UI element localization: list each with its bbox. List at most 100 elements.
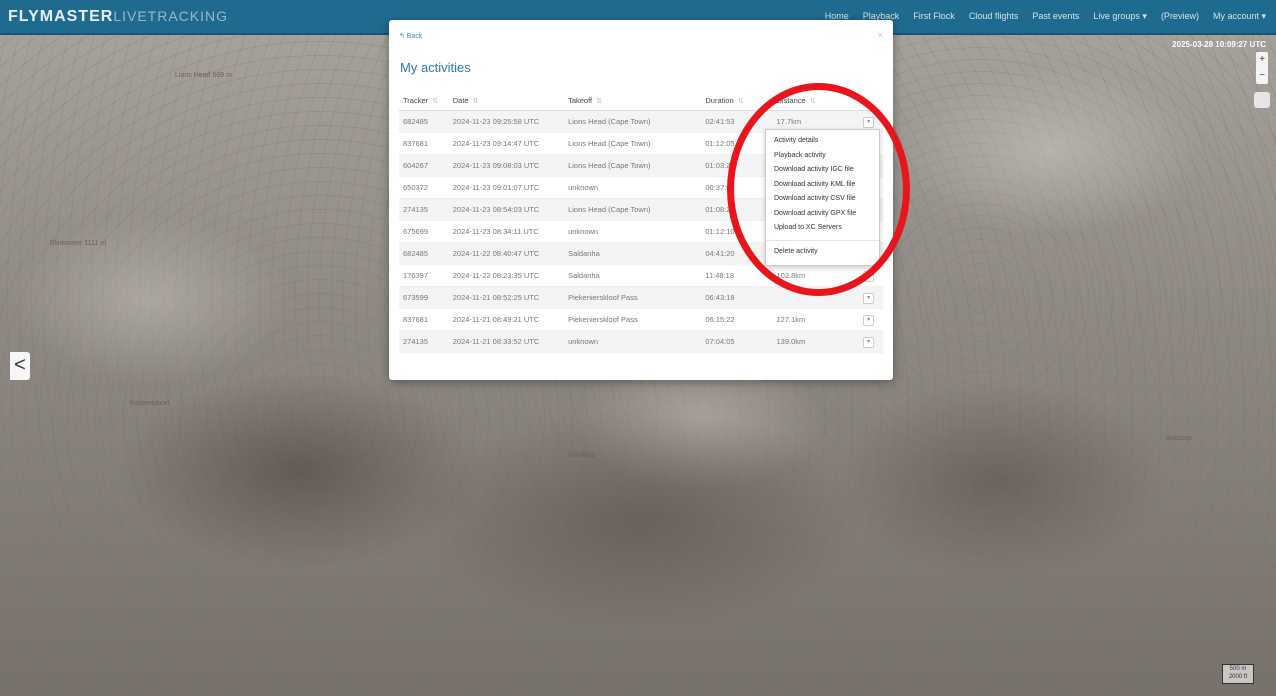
- cell-takeoff: unknown: [564, 330, 702, 353]
- cell-duration: 00:37:09: [701, 176, 773, 199]
- row-menu-button[interactable]: ▾: [863, 336, 875, 348]
- cell-duration: 04:41:20: [701, 242, 773, 265]
- cell-takeoff: unknown: [564, 220, 702, 243]
- cell-date: 2024-11-21 08:49:21 UTC: [448, 308, 565, 331]
- cell-date: 2024-11-22 08:40:47 UTC: [448, 242, 565, 265]
- cell-duration: 11:48:18: [701, 264, 773, 287]
- map-scale: 500 m 2000 ft: [1222, 664, 1254, 684]
- cell-duration: 01:12:05: [701, 132, 773, 155]
- map-label: Spitzkop: [1165, 435, 1192, 442]
- table-row[interactable]: 673599 2024-11-21 08:52:25 UTC Piekeniersk…: [399, 286, 883, 309]
- cell-date: 2024-11-23 09:14:47 UTC: [448, 132, 565, 155]
- nav-first-flock[interactable]: First Flock: [913, 11, 955, 22]
- row-menu-button[interactable]: ▾: [863, 314, 875, 326]
- cell-tracker: 274135: [399, 330, 449, 353]
- cell-distance: 127.1km: [772, 308, 860, 331]
- cell-actions: ▾: [859, 286, 883, 309]
- brand-sub: LIVETRACKING: [113, 7, 229, 24]
- zoom-out-button[interactable]: −: [1256, 68, 1268, 84]
- cell-distance: 102.8km: [772, 264, 860, 287]
- sort-icon: ⇅: [472, 97, 479, 105]
- cell-takeoff: Saldanha: [564, 264, 702, 287]
- cell-date: 2024-11-23 08:54:03 UTC: [448, 198, 565, 221]
- nav-my-account[interactable]: My account ▾: [1213, 11, 1266, 22]
- col-distance[interactable]: Distance ⇅: [772, 90, 860, 111]
- nav-cloud-flights[interactable]: Cloud flights: [969, 11, 1019, 22]
- sidebar-toggle-button[interactable]: <: [10, 352, 30, 380]
- cell-takeoff: Saldanha: [564, 242, 702, 265]
- row-menu-button[interactable]: ▾: [863, 292, 875, 304]
- table-header: Tracker ⇅ Date ⇅ Takeoff ⇅ Duration ⇅ Distan…: [399, 90, 883, 111]
- layers-icon[interactable]: [1254, 92, 1270, 108]
- col-date[interactable]: Date ⇅: [448, 90, 565, 111]
- cell-duration: 01:03:23: [701, 154, 773, 177]
- map-label: Kasteelpoort: [130, 400, 170, 407]
- cell-tracker: 682485: [399, 110, 449, 133]
- cell-takeoff: unknown: [564, 176, 702, 199]
- back-link[interactable]: ↰ Back: [399, 32, 422, 40]
- map-label: Kloofkop: [568, 452, 596, 459]
- sort-icon: ⇅: [737, 97, 744, 105]
- menu-download-csv[interactable]: Download activity CSV file: [766, 192, 879, 207]
- sort-icon: ⇅: [432, 97, 439, 105]
- cell-tracker: 675699: [399, 220, 449, 243]
- close-icon[interactable]: ×: [878, 30, 883, 40]
- cell-actions: ▾: [859, 330, 883, 353]
- cell-takeoff: Lions Head (Cape Town): [564, 110, 702, 133]
- menu-divider: [766, 239, 879, 241]
- table-row[interactable]: 837681 2024-11-21 08:49:21 UTC Piekeniersk…: [399, 308, 883, 331]
- menu-download-igc[interactable]: Download activity IGC file: [766, 163, 879, 178]
- cell-tracker: 650372: [399, 176, 449, 199]
- zoom-in-button[interactable]: +: [1256, 52, 1268, 68]
- cell-duration: 01:08:29: [701, 198, 773, 221]
- cell-takeoff: Lions Head (Cape Town): [564, 154, 702, 177]
- cell-tracker: 837681: [399, 308, 449, 331]
- menu-upload-xc[interactable]: Upload to XC Servers: [766, 221, 879, 236]
- col-actions: [859, 90, 883, 111]
- cell-takeoff: Piekenierskloof Pass: [564, 308, 702, 331]
- row-menu-button[interactable]: ▾: [863, 116, 875, 128]
- cell-duration: 07:04:05: [701, 330, 773, 353]
- cell-date: 2024-11-21 08:33:52 UTC: [448, 330, 565, 353]
- menu-delete-activity[interactable]: Delete activity: [766, 245, 879, 260]
- cell-tracker: 176397: [399, 264, 449, 287]
- menu-download-kml[interactable]: Download activity KML file: [766, 178, 879, 193]
- cell-distance: 139.0km: [772, 330, 860, 353]
- activity-actions-menu: Activity details Playback activity Downl…: [765, 129, 880, 266]
- brand-main: FLYMASTER: [8, 7, 114, 25]
- cell-actions: ▾: [859, 308, 883, 331]
- menu-download-gpx[interactable]: Download activity GPX file: [766, 207, 879, 222]
- cell-date: 2024-11-23 09:08:03 UTC: [448, 154, 565, 177]
- modal-title: My activities: [400, 60, 471, 75]
- cell-date: 2024-11-23 08:34:11 UTC: [448, 220, 565, 243]
- sort-icon: ⇅: [809, 97, 816, 105]
- col-tracker[interactable]: Tracker ⇅: [399, 90, 449, 111]
- cell-duration: 01:12:10: [701, 220, 773, 243]
- cell-duration: 06:43:18: [701, 286, 773, 309]
- cell-date: 2024-11-23 09:01:07 UTC: [448, 176, 565, 199]
- brand-logo[interactable]: FLYMASTERLIVETRACKING: [8, 8, 228, 26]
- zoom-control: + −: [1256, 52, 1268, 84]
- col-duration[interactable]: Duration ⇅: [701, 90, 773, 111]
- nav-past-events[interactable]: Past events: [1032, 11, 1079, 22]
- row-menu-button[interactable]: ▾: [863, 270, 875, 282]
- sort-icon: ⇅: [596, 97, 602, 105]
- cell-duration: 02:41:53: [701, 110, 773, 133]
- cell-takeoff: Lions Head (Cape Town): [564, 132, 702, 155]
- cell-duration: 06:15:22: [701, 308, 773, 331]
- nav-live-groups[interactable]: Live groups ▾: [1093, 11, 1147, 22]
- col-takeoff[interactable]: Takeoff ⇅: [564, 90, 702, 111]
- scale-imperial: 2000 ft: [1228, 674, 1248, 680]
- scale-metric: 500 m: [1229, 666, 1247, 672]
- cell-tracker: 604267: [399, 154, 449, 177]
- table-row[interactable]: 274135 2024-11-21 08:33:52 UTC unknown 07:0…: [399, 330, 883, 353]
- map-timestamp: 2025-03-28 10:09:27 UTC: [1172, 40, 1266, 49]
- cell-date: 2024-11-23 09:25:58 UTC: [448, 110, 565, 133]
- menu-playback-activity[interactable]: Playback activity: [766, 149, 879, 164]
- table-row[interactable]: 176397 2024-11-22 08:23:35 UTC Saldanha 11:…: [399, 264, 883, 287]
- cell-tracker: 837681: [399, 132, 449, 155]
- menu-activity-details[interactable]: Activity details: [766, 134, 879, 149]
- cell-takeoff: Lions Head (Cape Town): [564, 198, 702, 221]
- cell-date: 2024-11-21 08:52:25 UTC: [448, 286, 565, 309]
- nav-preview[interactable]: (Preview): [1161, 11, 1199, 22]
